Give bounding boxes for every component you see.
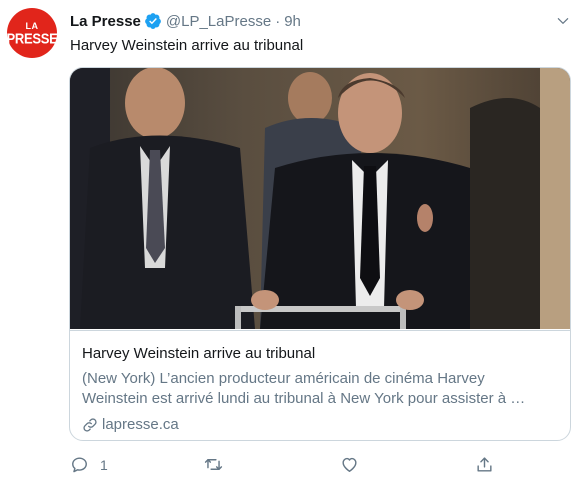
link-card[interactable]: Harvey Weinstein arrive au tribunal (New… (69, 67, 571, 441)
verified-badge-icon (145, 13, 161, 29)
chevron-down-icon[interactable] (556, 14, 570, 28)
separator-dot: · (275, 12, 281, 30)
card-domain[interactable]: lapresse.ca (82, 416, 179, 433)
reply-count: 1 (100, 456, 108, 473)
retweet-button[interactable] (204, 455, 223, 474)
author-handle[interactable]: @LP_LaPresse (166, 13, 271, 30)
retweet-icon (204, 459, 223, 470)
card-domain-text: lapresse.ca (102, 416, 179, 433)
like-button[interactable] (340, 455, 359, 474)
card-title[interactable]: Harvey Weinstein arrive au tribunal (82, 345, 315, 362)
card-description: (New York) L’ancien producteur américain… (82, 369, 560, 409)
avatar-logo-line2: PRESSE (6, 29, 58, 47)
tweet-text: Harvey Weinstein arrive au tribunal (70, 37, 304, 54)
link-icon (83, 417, 97, 432)
reply-icon (72, 457, 87, 473)
share-button[interactable] (475, 455, 494, 474)
tweet-header: La Presse @LP_LaPresse · 9h (70, 11, 301, 31)
avatar[interactable]: LA PRESSE (6, 8, 58, 58)
card-description-line: (New York) L’ancien producteur américain… (82, 370, 485, 387)
author-name[interactable]: La Presse (70, 13, 141, 30)
tweet-timestamp[interactable]: 9h (284, 13, 301, 30)
tweet[interactable]: LA PRESSE La Presse @LP_LaPresse · 9h Ha… (0, 0, 580, 485)
heart-icon (342, 457, 357, 472)
share-icon (477, 457, 492, 472)
tweet-actions: 1 (70, 455, 530, 477)
card-image[interactable] (70, 68, 570, 329)
card-body[interactable]: Harvey Weinstein arrive au tribunal (New… (70, 330, 570, 433)
reply-button[interactable]: 1 (70, 455, 108, 474)
card-description-line: Weinstein est arrivé lundi au tribunal à… (82, 390, 526, 407)
